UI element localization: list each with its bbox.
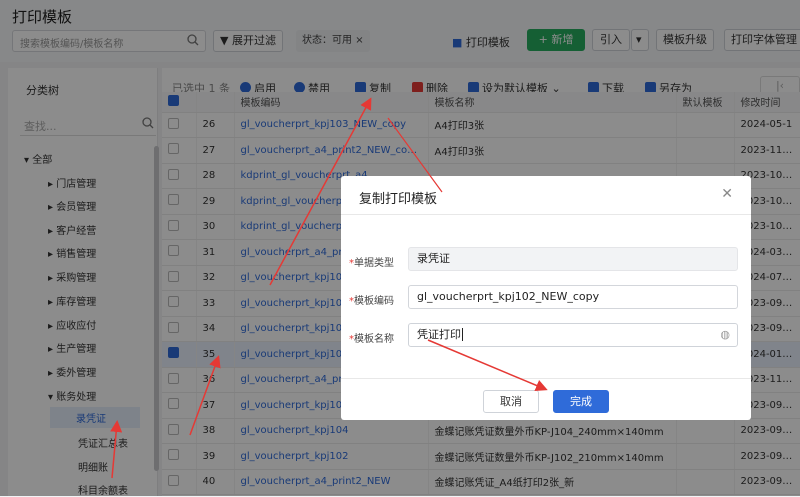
template-code-input[interactable]: gl_voucherprt_kpj102_NEW_copy bbox=[408, 285, 738, 309]
template-name-input[interactable]: 凭证打印 ◍ bbox=[408, 323, 738, 347]
label-text: 模板名称 bbox=[354, 334, 394, 345]
globe-icon[interactable]: ◍ bbox=[720, 324, 730, 346]
name-value: 凭证打印 bbox=[417, 328, 461, 341]
dialog-title: 复制打印模板 bbox=[359, 192, 438, 207]
close-icon[interactable]: ✕ bbox=[721, 186, 733, 202]
copy-template-dialog: 复制打印模板 ✕ *单据类型 录凭证 *模板编码 gl_voucherprt_k… bbox=[341, 176, 751, 420]
label-text: 单据类型 bbox=[354, 258, 394, 269]
cancel-button[interactable]: 取消 bbox=[483, 390, 539, 413]
divider bbox=[341, 378, 751, 379]
doc-type-label: *单据类型 bbox=[349, 258, 394, 269]
divider bbox=[341, 214, 751, 215]
name-label: *模板名称 bbox=[349, 334, 394, 345]
doc-type-field: 录凭证 bbox=[408, 247, 738, 271]
finish-button[interactable]: 完成 bbox=[553, 390, 609, 413]
code-label: *模板编码 bbox=[349, 296, 394, 307]
label-text: 模板编码 bbox=[354, 296, 394, 307]
